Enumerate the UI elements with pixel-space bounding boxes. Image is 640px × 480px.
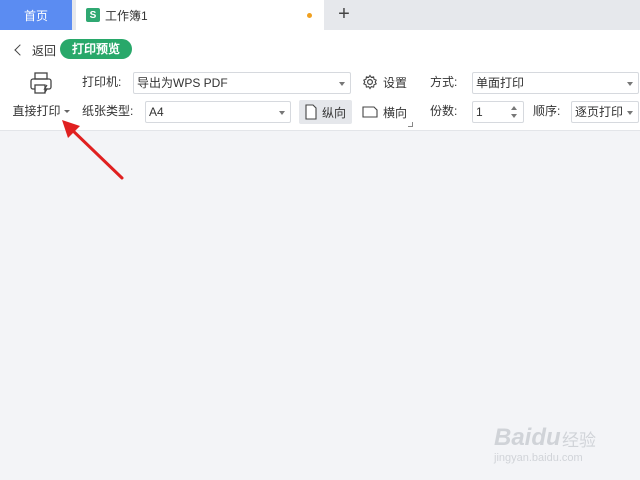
print-mode-value: 单面打印 <box>476 76 525 90</box>
print-order-value: 逐页打印 <box>575 105 624 119</box>
print-mode-select[interactable]: 单面打印 <box>472 72 639 94</box>
new-tab-button[interactable]: + <box>334 4 354 24</box>
gear-icon <box>363 74 377 90</box>
landscape-button[interactable]: 横向 <box>362 100 407 124</box>
annotation-arrow-icon <box>62 120 124 180</box>
portrait-button[interactable]: 纵向 <box>299 100 353 124</box>
chevron-down-icon <box>627 111 633 115</box>
back-button[interactable]: 返回 <box>12 40 56 60</box>
landscape-page-icon <box>362 106 378 118</box>
chevron-down-icon <box>627 82 633 86</box>
portrait-label: 纵向 <box>322 105 347 120</box>
unsaved-indicator <box>307 13 312 18</box>
portrait-page-icon <box>305 104 317 120</box>
chevron-down-icon <box>339 82 345 86</box>
more-settings-corner-icon[interactable] <box>408 122 413 127</box>
paper-type-value: A4 <box>149 105 164 119</box>
spreadsheet-icon: S <box>86 8 100 22</box>
print-order-select[interactable]: 逐页打印 <box>571 101 639 123</box>
printer-icon <box>30 72 52 94</box>
chevron-down-icon <box>279 111 285 115</box>
tab-workbook-title: 工作簿1 <box>105 8 148 23</box>
watermark-brand: Baidu <box>494 424 561 451</box>
settings-label: 设置 <box>383 75 408 90</box>
copies-label: 份数: <box>430 104 458 118</box>
printer-label: 打印机: <box>82 75 122 89</box>
watermark-brand-cn: 经验 <box>562 431 596 450</box>
printer-select-value: 导出为WPS PDF <box>137 76 228 90</box>
baidu-watermark: Baidu 经验 jingyan.baidu.com <box>486 408 616 472</box>
tab-bar: 首页 S 工作簿1 + <box>0 0 640 30</box>
back-label: 返回 <box>32 43 57 58</box>
copies-stepper[interactable]: 1 <box>472 101 524 123</box>
copies-value: 1 <box>476 105 483 119</box>
watermark-url: jingyan.baidu.com <box>494 452 583 464</box>
paper-type-select[interactable]: A4 <box>145 101 291 123</box>
direct-print-label: 直接打印 <box>12 104 61 118</box>
printer-select[interactable]: 导出为WPS PDF <box>133 72 351 94</box>
tab-workbook[interactable]: S 工作簿1 <box>76 0 324 30</box>
tab-home-label: 首页 <box>23 8 48 23</box>
chevron-left-icon <box>14 44 26 56</box>
tab-home[interactable]: 首页 <box>0 0 72 30</box>
print-preview-badge: 打印预览 <box>60 39 133 59</box>
mode-label: 方式: <box>430 75 458 89</box>
settings-button[interactable]: 设置 <box>362 70 407 94</box>
order-label: 顺序: <box>533 104 561 118</box>
landscape-label: 横向 <box>383 105 408 120</box>
stepper-arrows-icon[interactable] <box>511 104 519 120</box>
